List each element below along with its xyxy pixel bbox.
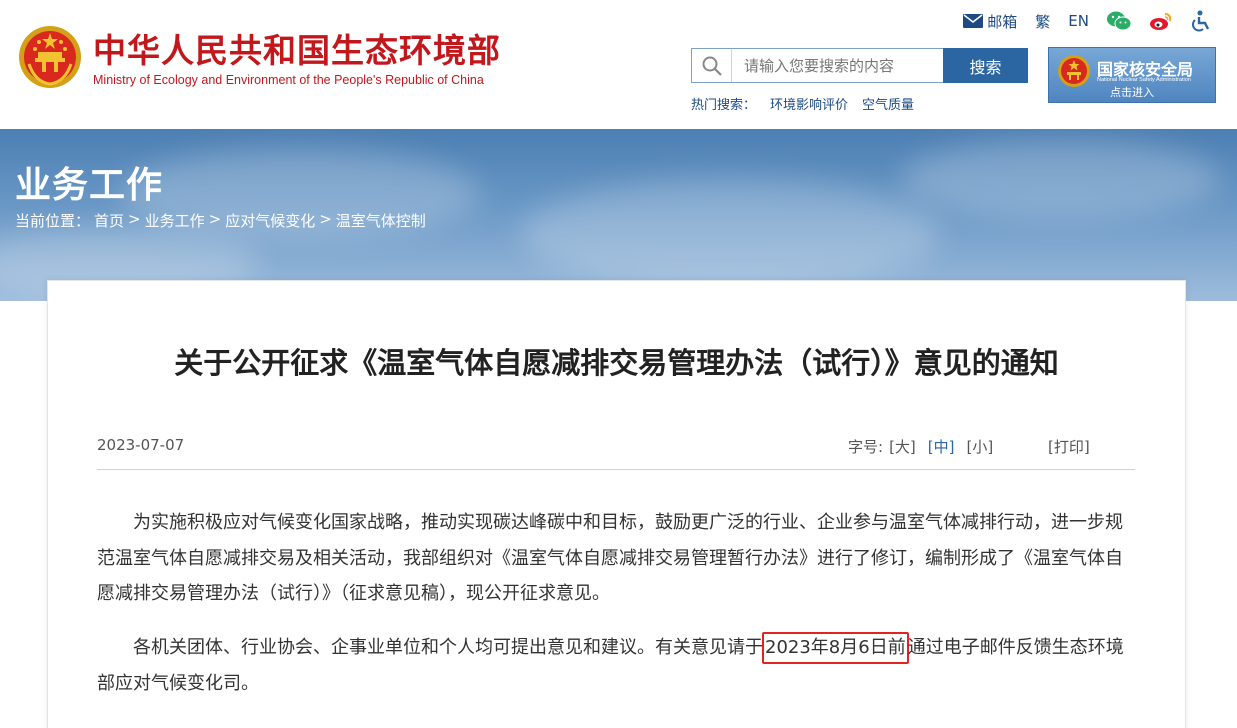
mail-icon (963, 14, 984, 28)
cloud-decoration (520, 179, 940, 289)
breadcrumb-separator: > (319, 210, 332, 228)
top-links: 邮箱 繁 EN (945, 9, 1211, 33)
hot-search-item[interactable]: 环境影响评价 (770, 94, 848, 113)
search-box (691, 48, 944, 83)
nnsa-name-english: National Nuclear Safety Administration (1097, 77, 1191, 83)
hot-search-item[interactable]: 空气质量 (862, 94, 914, 113)
national-emblem-icon[interactable] (17, 24, 83, 90)
traditional-chinese-link[interactable]: 繁 (1035, 11, 1050, 32)
article-meta: 2023-07-07 字号: [大] [中] [小] [打印] (97, 436, 1135, 470)
font-size-medium[interactable]: [中] (928, 436, 955, 457)
section-title: 业务工作 (15, 165, 164, 206)
search-icon[interactable] (692, 49, 732, 82)
article-paragraph: 各机关团体、行业协会、企事业单位和个人均可提出意见和建议。有关意见请于 2023年… (97, 630, 1137, 701)
site-name-english: Ministry of Ecology and Environment of t… (93, 73, 484, 87)
print-link[interactable]: [打印] (1048, 436, 1090, 457)
article-paragraph: 为实施积极应对气候变化国家战略，推动实现碳达峰碳中和目标，鼓励更广泛的行业、企业… (97, 512, 1123, 604)
breadcrumb-climate[interactable]: 应对气候变化 (225, 210, 315, 231)
weibo-icon[interactable] (1149, 11, 1173, 31)
paragraph-text: 各机关团体、行业协会、企事业单位和个人均可提出意见和建议。有关意见请于 (133, 637, 763, 658)
site-name[interactable]: 中华人民共和国生态环境部 (93, 32, 501, 70)
site-header: 中华人民共和国生态环境部 Ministry of Ecology and Env… (0, 0, 1237, 129)
breadcrumb-business[interactable]: 业务工作 (145, 210, 205, 231)
breadcrumb-home[interactable]: 首页 (94, 210, 124, 231)
breadcrumb: 当前位置： 首页 > 业务工作 > 应对气候变化 > 温室气体控制 (15, 210, 430, 231)
article-title: 关于公开征求《温室气体自愿减排交易管理办法（试行）》意见的通知 (174, 346, 1059, 380)
search-button[interactable]: 搜索 (943, 48, 1028, 83)
font-size-large[interactable]: [大] (889, 436, 916, 457)
hot-search-label: 热门搜索： (691, 98, 757, 113)
nnsa-banner-link[interactable]: 国家核安全局 National Nuclear Safety Administr… (1048, 47, 1216, 103)
mail-label: 邮箱 (987, 12, 1018, 31)
publish-date: 2023-07-07 (97, 436, 185, 454)
nnsa-enter-label: 点击进入 (1110, 86, 1154, 99)
breadcrumb-label: 当前位置： (15, 212, 91, 230)
breadcrumb-separator: > (208, 210, 222, 228)
breadcrumb-separator: > (128, 210, 141, 228)
english-link[interactable]: EN (1068, 12, 1089, 30)
breadcrumb-ghg-control[interactable]: 温室气体控制 (336, 210, 426, 231)
wechat-icon[interactable] (1107, 11, 1131, 31)
font-size-label: 字号: (848, 438, 884, 456)
cloud-decoration (900, 139, 1220, 219)
national-emblem-icon (1058, 55, 1090, 87)
search-input[interactable] (732, 56, 942, 75)
font-size-small[interactable]: [小] (967, 436, 994, 457)
deadline-highlight: 2023年8月6日前 (762, 632, 909, 664)
accessibility-icon[interactable] (1191, 10, 1211, 32)
hot-search: 热门搜索： 环境影响评价 空气质量 (691, 94, 928, 113)
mail-link[interactable]: 邮箱 (963, 11, 1017, 32)
font-size-control: 字号: [大] [中] [小] (848, 436, 1005, 457)
